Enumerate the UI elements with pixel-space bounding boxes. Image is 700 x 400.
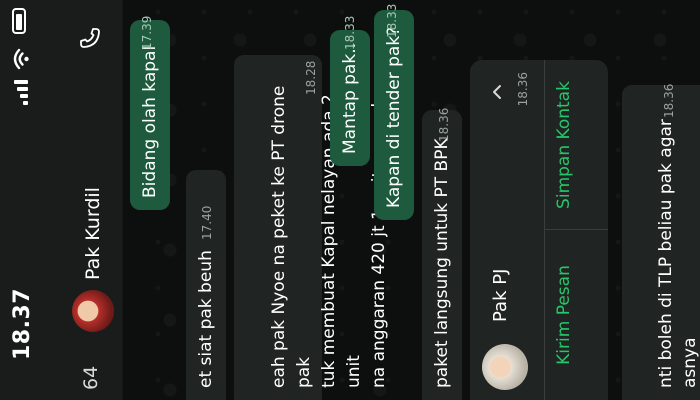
send-message-button[interactable]: Kirim Pesan [554,230,574,400]
message-time: 18.33 [385,3,399,38]
message-bubble-incoming[interactable]: nti boleh di TLP beliau pak agar asnya [622,85,700,400]
shared-contact-avatar [482,344,528,390]
cellular-signal-icon [14,80,28,105]
back-unread-count[interactable]: 64 [80,366,102,390]
chevron-up-icon[interactable] [492,84,502,100]
contact-avatar[interactable] [72,290,114,332]
message-time: 18.28 [304,60,318,95]
message-bubble-incoming[interactable]: paket langsung untuk PT BPK [422,110,462,400]
message-text: Bidang olah kapal [140,45,160,198]
signal-icon [8,336,9,337]
wifi-icon [13,48,29,70]
phone-call-icon[interactable] [78,26,102,50]
message-bubble-incoming[interactable]: et siat pak beuh [186,170,226,400]
message-time: 18.36 [437,107,451,142]
message-text: paket langsung untuk PT BPK [432,138,452,388]
message-text: Mantap pak.. [340,43,360,154]
message-text: nti boleh di TLP beliau pak agar asnya [656,119,700,388]
message-time: 17.40 [200,205,214,240]
chat-screen: 18.37 64 Pak Kurdil Bidang olah kapal 17… [0,0,700,400]
message-text: Kapan di tender pak? [384,26,404,208]
battery-icon [12,8,26,34]
divider [544,60,545,400]
message-bubble-outgoing[interactable]: Kapan di tender pak? [374,10,414,220]
contact-name[interactable]: Pak Kurdil [82,187,104,280]
message-text: et siat pak beuh [196,250,216,388]
shared-contact-name: Pak PJ [490,268,511,322]
message-bubble-outgoing[interactable]: Mantap pak.. [330,30,370,166]
message-time: 17.39 [140,15,154,50]
status-time: 18.37 [10,287,35,360]
message-time: 18.36 [662,83,676,118]
message-text: eah pak Nyoe na peket ke PT drone pak tu… [269,85,389,388]
shared-contact-card[interactable]: Pak PJ 18.36 Kirim Pesan Simpan Kontak [470,60,608,400]
save-contact-button[interactable]: Simpan Kontak [554,60,574,230]
message-bubble-incoming[interactable]: eah pak Nyoe na peket ke PT drone pak tu… [234,55,389,400]
message-time: 18.36 [516,72,530,107]
chat-header: 18.37 64 Pak Kurdil [0,0,122,400]
message-time: 18.33 [343,15,357,50]
